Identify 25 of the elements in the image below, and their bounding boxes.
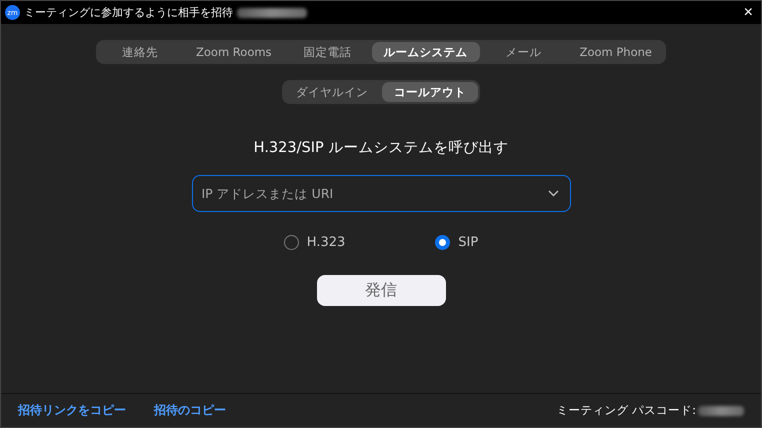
radio-icon[interactable] <box>284 235 299 250</box>
radio-label: H.323 <box>306 235 346 250</box>
call-button[interactable]: 発信 <box>316 275 446 306</box>
tab[interactable]: メール <box>482 42 566 62</box>
chevron-down-icon[interactable] <box>548 190 558 197</box>
radio-label: SIP <box>458 235 478 250</box>
protocol-radio[interactable]: SIP <box>435 235 478 250</box>
radio-icon[interactable] <box>435 235 450 250</box>
tab[interactable]: 固定電話 <box>286 42 370 62</box>
copy-link[interactable]: 招待リンクをコピー <box>18 402 126 419</box>
address-dropdown[interactable]: IP アドレスまたは URI <box>192 175 570 212</box>
close-button[interactable]: × <box>740 4 757 20</box>
tab[interactable]: Zoom Phone <box>568 42 664 62</box>
window-title: ミーティングに参加するように相手を招待 <box>24 5 233 20</box>
copy-link[interactable]: 招待のコピー <box>154 402 226 419</box>
blurred-text-mark <box>237 8 307 18</box>
blurred-text-mark <box>698 406 744 416</box>
tab[interactable]: 連絡先 <box>98 42 182 62</box>
passcode-label: ミーティング パスコード: <box>556 403 696 418</box>
dialog-heading: H.323/SIP ルームシステムを呼び出す <box>254 139 508 157</box>
tab[interactable]: ルームシステム <box>372 42 480 62</box>
protocol-radio[interactable]: H.323 <box>284 235 346 250</box>
subtab[interactable]: ダイヤルイン <box>284 82 380 102</box>
subtab[interactable]: コールアウト <box>382 82 478 102</box>
tab[interactable]: Zoom Rooms <box>184 42 284 62</box>
